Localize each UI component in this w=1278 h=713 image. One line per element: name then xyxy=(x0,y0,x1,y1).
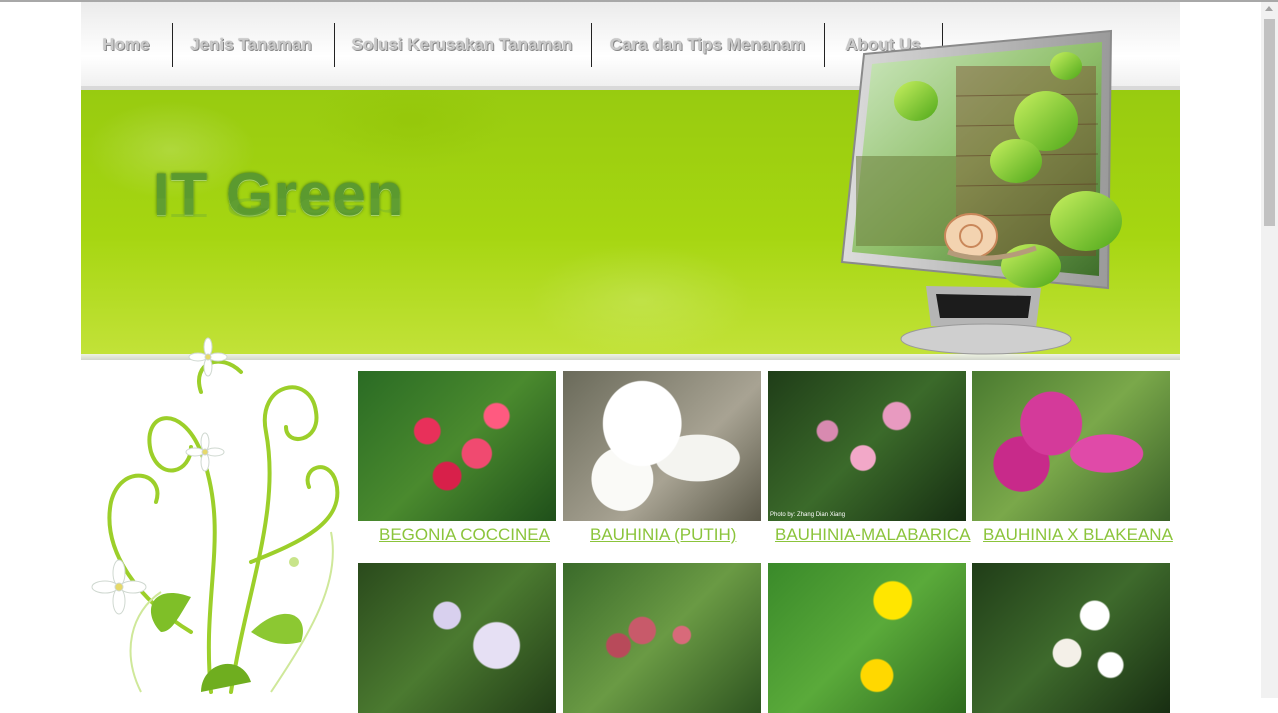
nav-divider xyxy=(591,23,592,67)
yellow-flower-photo-icon[interactable] xyxy=(768,563,966,713)
nav-divider xyxy=(172,23,173,67)
scroll-up-arrow-icon[interactable] xyxy=(1265,6,1273,11)
nav-divider xyxy=(334,23,335,67)
nav-home[interactable]: Home xyxy=(91,23,161,67)
nav-solusi-kerusakan[interactable]: Solusi Kerusakan Tanaman xyxy=(344,23,580,67)
link-bauhinia-putih[interactable]: BAUHINIA (PUTIH) xyxy=(590,525,736,545)
pink-orchid-tree-photo-icon[interactable]: Photo by: Zhang Dian Xiang xyxy=(768,371,966,521)
link-bauhinia-x-blakeana[interactable]: BAUHINIA X BLAKEANA xyxy=(983,525,1173,545)
nav-divider xyxy=(824,23,825,67)
link-begonia-coccinea[interactable]: BEGONIA COCCINEA xyxy=(379,525,550,545)
white-flower-photo-icon[interactable] xyxy=(563,371,761,521)
lilac-flower-photo-icon[interactable] xyxy=(358,563,556,713)
floral-decoration-icon xyxy=(91,337,340,694)
magenta-flower-photo-icon[interactable] xyxy=(972,371,1170,521)
site-logo-reflection: IT Green xyxy=(153,192,405,223)
link-bauhinia-malabarica[interactable]: BAUHINIA-MALABARICA xyxy=(775,525,971,545)
scrollbar-thumb[interactable] xyxy=(1264,19,1275,226)
nav-cara-tips[interactable]: Cara dan Tips Menanam xyxy=(599,23,816,67)
page-container: Home Jenis Tanaman Solusi Kerusakan Tana… xyxy=(81,2,1180,713)
nav-jenis-tanaman[interactable]: Jenis Tanaman xyxy=(181,23,321,67)
vertical-scrollbar[interactable] xyxy=(1261,2,1278,698)
monitor-illustration-icon xyxy=(840,29,1122,355)
berry-cluster-photo-icon[interactable] xyxy=(563,563,761,713)
pink-flower-cluster-photo-icon[interactable] xyxy=(358,371,556,521)
white-blossom-photo-icon[interactable] xyxy=(972,563,1170,713)
photo-credit: Photo by: Zhang Dian Xiang xyxy=(770,512,846,518)
